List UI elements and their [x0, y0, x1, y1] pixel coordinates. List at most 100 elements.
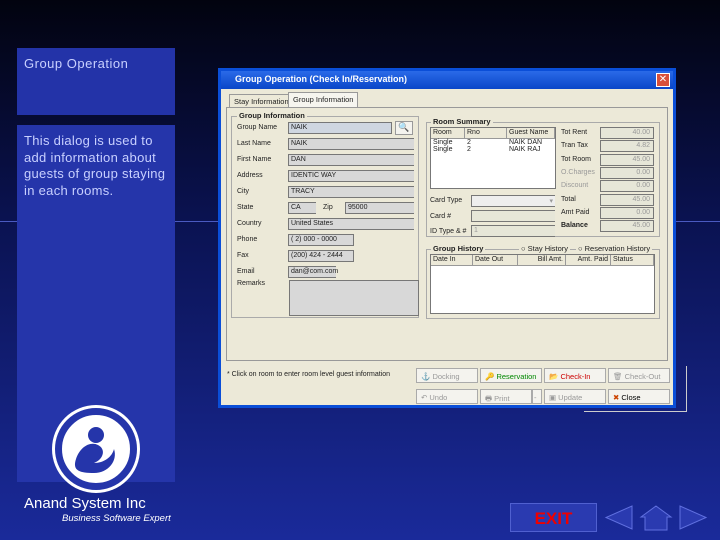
reservation-history-radio[interactable]: ○ Reservation History	[576, 244, 652, 253]
company-tagline: Business Software Expert	[62, 513, 171, 524]
update-label: Update	[558, 393, 582, 402]
table-cell: 2	[465, 146, 507, 153]
field-label: State	[237, 204, 253, 211]
total-label: Balance	[561, 222, 588, 229]
exit-button[interactable]: EXIT	[510, 503, 597, 532]
company-name: Anand System Inc	[24, 495, 146, 512]
docking-button[interactable]: ⚓ Docking	[416, 368, 478, 383]
card-type-select[interactable]: ▾	[471, 195, 555, 207]
close-button[interactable]: ✖ Close	[608, 389, 670, 404]
field-input[interactable]: NAIK	[288, 138, 414, 150]
column-header[interactable]: Amt. Paid	[566, 255, 611, 266]
table-cell: NAIK RAJ	[507, 146, 555, 153]
print-button[interactable]: 🖶 Print	[480, 389, 532, 404]
field-label: First Name	[237, 156, 271, 163]
key-icon: 🔑	[485, 372, 496, 381]
print-label: Print	[494, 394, 509, 403]
table-cell: 2	[465, 139, 507, 146]
total-label: Tran Tax	[561, 142, 588, 149]
docking-label: Docking	[432, 372, 459, 381]
folder-icon: 📂	[549, 372, 560, 381]
print-dropdown-button[interactable]: -	[532, 389, 542, 404]
table-row[interactable]: Single2NAIK DAN	[431, 139, 555, 146]
total-value: 0.00	[600, 167, 654, 179]
bin-icon: 🗑	[613, 372, 625, 381]
total-value: 0.00	[600, 207, 654, 219]
check-out-button[interactable]: 🗑 Check-Out	[608, 368, 670, 383]
total-value: 45.00	[600, 220, 654, 232]
card-number-label: Card #	[430, 213, 451, 220]
tab-group-information[interactable]: Group Information	[288, 92, 358, 107]
total-label: O.Charges	[561, 169, 595, 176]
radio-icon: ○	[521, 244, 528, 253]
update-button[interactable]: ▣ Update	[544, 389, 606, 404]
undo-button[interactable]: ↶ Undo	[416, 389, 478, 404]
stay-history-label: Stay History	[528, 244, 568, 253]
reservation-history-label: Reservation History	[585, 244, 650, 253]
table-cell: NAIK DAN	[507, 139, 555, 146]
field-input[interactable]: TRACY	[288, 186, 414, 198]
check-out-label: Check-Out	[625, 372, 661, 381]
column-header[interactable]: Room	[431, 128, 465, 139]
column-header[interactable]: Guest Name	[507, 128, 555, 139]
check-in-button[interactable]: 📂 Check-In	[544, 368, 606, 383]
field-label: Last Name	[237, 140, 271, 147]
field-label: Phone	[237, 236, 257, 243]
field-input[interactable]: IDENTIC WAY	[288, 170, 414, 182]
chevron-down-icon: ▾	[549, 197, 553, 205]
reservation-label: Reservation	[496, 372, 536, 381]
company-logo	[55, 408, 137, 490]
field-label: City	[237, 188, 249, 195]
field-input[interactable]: United States	[288, 218, 414, 230]
total-label: Amt Paid	[561, 209, 589, 216]
field-label: Group Name	[237, 124, 277, 131]
total-value: 45.00	[600, 194, 654, 206]
total-value: 40.00	[600, 127, 654, 139]
column-header[interactable]: Status	[611, 255, 654, 266]
table-cell: Single	[431, 146, 465, 153]
search-icon[interactable]: 🔍	[395, 121, 413, 135]
field-input[interactable]: DAN	[288, 154, 414, 166]
room-summary-legend: Room Summary	[431, 117, 493, 126]
prev-slide-button[interactable]	[600, 503, 636, 532]
card-number-input[interactable]	[471, 210, 555, 222]
remarks-textarea[interactable]	[289, 280, 419, 316]
room-table[interactable]: Room Rno Guest Name Single2NAIK DANSingl…	[430, 127, 556, 189]
group-operation-dialog: Group Operation (Check In/Reservation) ✕…	[218, 68, 676, 408]
tab-stay-information[interactable]: Stay Information	[229, 94, 294, 107]
stay-history-radio[interactable]: ○ Stay History	[519, 244, 570, 253]
printer-icon: 🖶	[485, 394, 494, 403]
column-header[interactable]: Date In	[431, 255, 473, 266]
column-header[interactable]: Date Out	[473, 255, 518, 266]
id-number-input[interactable]: 1	[471, 225, 555, 237]
total-label: Tot Room	[561, 156, 591, 163]
next-slide-button[interactable]	[676, 503, 712, 532]
field-label: Country	[237, 220, 262, 227]
hint-text: * Click on room to enter room level gues…	[227, 371, 390, 378]
field-label: Email	[237, 268, 255, 275]
close-icon[interactable]: ✕	[656, 73, 670, 87]
zip-input[interactable]: 95000	[345, 202, 414, 214]
column-header[interactable]: Bill Amt.	[518, 255, 566, 266]
reservation-button[interactable]: 🔑 Reservation	[480, 368, 542, 383]
table-row[interactable]: Single2NAIK RAJ	[431, 146, 555, 153]
total-value: 45.00	[600, 154, 654, 166]
total-value: 4.82	[600, 140, 654, 152]
field-input[interactable]: ( 2) 000 - 0000	[288, 234, 354, 246]
radio-icon: ○	[578, 244, 585, 253]
home-button[interactable]	[638, 503, 674, 532]
column-header[interactable]: Rno	[465, 128, 507, 139]
update-icon: ▣	[549, 393, 558, 402]
panel-title: Group Operation	[17, 48, 175, 115]
history-table[interactable]: Date In Date Out Bill Amt. Amt. Paid Sta…	[430, 254, 655, 314]
dialog-title: Group Operation (Check In/Reservation)	[235, 74, 407, 84]
field-input[interactable]: CA	[288, 202, 316, 214]
card-type-label: Card Type	[430, 197, 462, 204]
field-input[interactable]: (200) 424 - 2444	[288, 250, 354, 262]
id-type-label: ID Type & #	[430, 228, 466, 235]
field-input[interactable]: dan@com.com	[288, 266, 336, 278]
total-label: Discount	[561, 182, 588, 189]
close-label: Close	[621, 393, 640, 402]
field-input[interactable]: NAIK	[288, 122, 392, 134]
dialog-titlebar: Group Operation (Check In/Reservation)	[221, 71, 673, 89]
